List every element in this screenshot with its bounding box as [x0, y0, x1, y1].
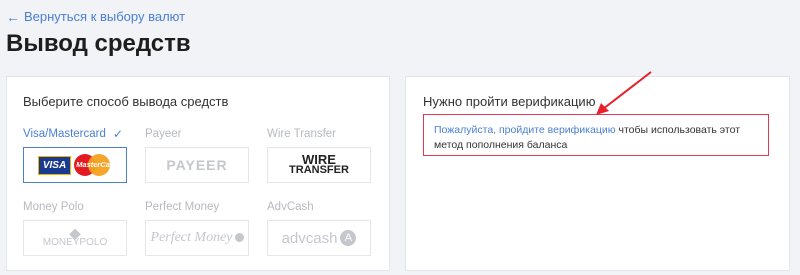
method-money-polo: Money Polo ◆ MONEYPOLO	[23, 201, 127, 256]
verification-panel: Нужно пройти верификацию Пожалуйста, про…	[405, 76, 790, 271]
method-label: Perfect Money	[145, 201, 220, 213]
verification-link[interactable]: Пожалуйста, пройдите верификацию	[434, 124, 616, 136]
payeer-option[interactable]: PAYEER	[145, 147, 249, 183]
arrow-left-icon: ←	[6, 8, 20, 25]
method-payeer: Payeer PAYEER	[145, 128, 249, 183]
back-link-label: Вернуться к выбору валют	[24, 9, 186, 24]
withdraw-method-panel: Выберите способ вывода средств Visa/Mast…	[6, 76, 390, 271]
wire-transfer-option[interactable]: WIRE TRANSFER	[267, 147, 371, 183]
method-perfect-money: Perfect Money Perfect Money	[145, 201, 249, 256]
back-to-currencies-link[interactable]: ← Вернуться к выбору валют	[6, 9, 185, 24]
checkmark-icon: ✓	[112, 127, 123, 141]
method-wire-transfer: Wire Transfer WIRE TRANSFER	[267, 128, 371, 183]
visa-logo: VISA	[37, 155, 72, 175]
method-label: Money Polo	[23, 201, 84, 213]
method-visa-mastercard: Visa/Mastercard ✓ VISA MasterCard	[23, 127, 127, 183]
verification-notice: Пожалуйста, пройдите верификацию чтобы и…	[423, 114, 769, 156]
page-title: Вывод средств	[6, 30, 191, 57]
verification-heading: Нужно пройти верификацию	[423, 94, 596, 109]
method-label: Payeer	[145, 128, 182, 140]
method-advcash: AdvCash advcash A	[267, 201, 371, 256]
method-label: Visa/Mastercard	[23, 128, 106, 140]
visa-mastercard-option[interactable]: VISA MasterCard	[23, 147, 127, 183]
mastercard-logo: MasterCard	[74, 154, 117, 176]
method-label: AdvCash	[267, 201, 314, 213]
advcash-logo: advcash A	[282, 230, 357, 247]
money-polo-logo: ◆ MONEYPOLO	[42, 225, 108, 248]
method-label: Wire Transfer	[267, 128, 337, 140]
withdraw-method-heading: Выберите способ вывода средств	[23, 94, 229, 109]
advcash-option[interactable]: advcash A	[267, 220, 371, 256]
payeer-logo: PAYEER	[166, 157, 228, 173]
perfect-money-logo: Perfect Money	[150, 230, 244, 246]
money-polo-option[interactable]: ◆ MONEYPOLO	[23, 220, 127, 256]
wire-transfer-logo: WIRE TRANSFER	[289, 152, 349, 176]
perfect-money-option[interactable]: Perfect Money	[145, 220, 249, 256]
